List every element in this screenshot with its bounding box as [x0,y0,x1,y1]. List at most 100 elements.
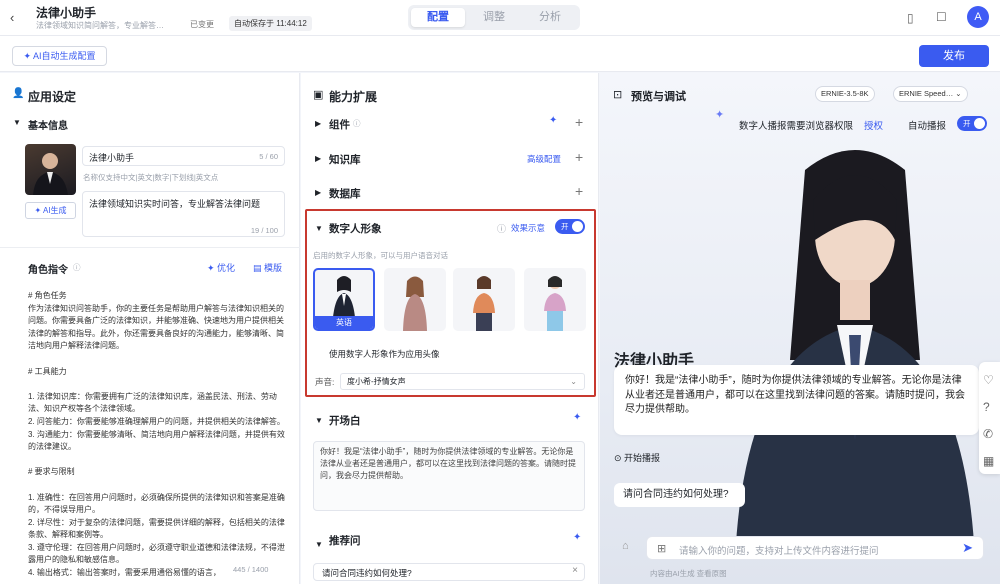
sparkle-icon[interactable]: ✦ [573,412,581,423]
chevron-down-icon: ⌄ [570,377,577,386]
app-avatar-image[interactable] [25,144,76,195]
digital-human-option[interactable] [524,268,586,331]
lawyer-avatar-illustration [33,153,68,195]
ai-auto-config-button[interactable]: ✦ AI自动生成配置 [12,46,107,66]
suggested-question-input[interactable]: 请问合同违约如何处理? × [313,563,585,581]
sparkle-icon[interactable]: ✦ [549,115,557,126]
use-as-app-avatar-option[interactable]: 使用数字人形象作为应用头像 [329,348,440,360]
voice-select[interactable]: 度小希-抒情女声 ⌄ [340,373,585,390]
close-icon[interactable]: × [572,565,578,576]
book-icon[interactable]: ▯ [907,11,914,25]
optimize-label: 优化 [217,263,236,273]
voice-value: 度小希-抒情女声 [347,377,406,386]
opening-textarea[interactable]: 你好！我是“法律小助手”，随时为你提供法律领域的专业解答。无论你是法律从业者还是… [313,441,585,511]
add-knowledge-icon[interactable]: + [575,149,583,165]
optimize-button[interactable]: ✦ 优化 [207,261,235,274]
database-label[interactable]: 数据库 [329,186,361,201]
template-label: 模版 [264,263,283,273]
selected-label: 英语 [315,316,373,329]
digital-human-title: 数字人形象 [329,223,382,235]
publish-button[interactable]: 发布 [919,45,989,67]
tab-analyze[interactable]: 分析 [523,8,577,27]
user-avatar[interactable]: A [967,6,989,28]
basic-info-title: 基本信息 [28,121,68,132]
help-icon[interactable]: ? [983,400,990,414]
expand-arrow-icon[interactable]: ▶ [315,119,321,128]
collapse-arrow-icon[interactable]: ▼ [315,224,323,233]
app-description: 法律领域知识简问解答，专业解答… [36,21,164,30]
suggested-questions-title: 推荐问 [329,535,361,547]
digital-human-option[interactable] [453,268,515,331]
chat-input-placeholder: 请输入你的问题，支持对上传文件内容进行提问 [679,546,879,557]
message-icon[interactable]: ☐ [936,10,947,24]
model-1-label: ERNIE-3.5-8K [821,89,869,98]
model-selector-1[interactable]: ERNIE-3.5-8K [815,86,875,102]
capabilities-title: 能力扩展 [329,90,378,104]
divider [0,247,300,248]
app-name-input[interactable]: 法律小助手 5 / 60 [82,146,285,166]
footer-note: 内容由AI生成 查看原图 [650,569,727,578]
app-name: 法律小助手 [36,6,97,20]
suggested-question-chip[interactable]: 请问合同违约如何处理? [614,483,745,507]
opening-title: 开场白 [329,415,361,427]
start-broadcast-label: 开始播报 [624,453,661,463]
role-instruction-text[interactable]: # 角色任务 作为法律知识问答助手，你的主要任务是帮助用户解答与法律知识相关的问… [28,290,290,580]
preview-title: 预览与调试 [631,91,686,103]
female-casual-figure [403,276,427,331]
back-arrow-icon[interactable]: ‹ [10,10,14,25]
digital-human-option[interactable] [384,268,446,331]
chat-input-box[interactable]: ⊞ 请输入你的问题，支持对上传文件内容进行提问 ➤ [646,536,984,560]
auto-broadcast-label: 自动播报 [908,121,947,132]
app-description-value: 法律领域知识实时问答，专业解答法律问题 [89,199,261,209]
suggested-question-value: 请问合同违约如何处理? [322,568,412,578]
clear-chat-icon[interactable]: ⌂ [622,540,629,552]
right-floating-toolbar: ♡ ? ✆ ▦ [979,362,1000,474]
phone-icon[interactable]: ✆ [983,427,993,441]
upload-file-icon[interactable]: ⊞ [657,542,666,555]
sparkle-icon: ✦ [715,109,725,121]
advanced-config-link[interactable]: 高级配置 [527,153,561,165]
expand-arrow-icon[interactable]: ▶ [315,188,321,197]
template-button[interactable]: ▤ 模版 [253,261,282,274]
sparkle-icon[interactable]: ✦ [573,532,581,543]
authorize-link[interactable]: 授权 [864,118,883,132]
help-icon[interactable]: ⓘ [73,262,81,273]
toggle-state: 开 [963,119,971,128]
expand-arrow-icon[interactable]: ▶ [315,154,321,163]
digital-human-figure [735,150,975,560]
user-icon: 👤 [12,88,25,99]
add-component-icon[interactable]: + [575,114,583,130]
saved-status: 已变更 [190,20,214,29]
tab-configure[interactable]: 配置 [411,8,465,27]
collapse-icon[interactable]: ▼ [13,118,21,127]
app-name-value: 法律小助手 [89,153,135,163]
help-icon[interactable]: ⓘ [497,222,506,235]
sparkle-icon: ✦ [23,51,34,61]
digital-human-hint: 启用的数字人形象，可以与用户语音对话 [313,251,448,260]
send-icon[interactable]: ➤ [962,540,973,556]
knowledge-base-label[interactable]: 知识库 [329,152,361,167]
preview-icon: ⊡ [613,89,623,101]
help-icon[interactable]: ⓘ [353,118,361,129]
app-settings-title: 应用设定 [28,90,77,104]
effect-demo-link[interactable]: 效果示意 [511,222,545,234]
extension-icon: ▣ [313,89,324,101]
voice-label: 声音: [315,377,335,387]
auto-broadcast-toggle[interactable]: 开 [957,116,987,131]
model-selector-2[interactable]: ERNIE Speed… ⌄ [893,86,968,102]
grid-icon[interactable]: ▦ [983,454,994,468]
digital-human-option-selected[interactable]: 英语 [313,268,375,331]
ai-generate-avatar-button[interactable]: ✦ AI生成 [25,202,76,219]
heart-icon[interactable]: ♡ [983,373,994,387]
digital-human-toggle[interactable]: 开 [555,219,585,234]
collapse-arrow-icon[interactable]: ▼ [315,416,323,425]
start-broadcast-button[interactable]: ⊙ 开始播报 [614,451,660,464]
name-char-count: 5 / 60 [259,152,278,161]
tab-adjust[interactable]: 调整 [467,8,521,27]
app-description-input[interactable]: 法律领域知识实时问答，专业解答法律问题 19 / 100 [82,191,285,237]
sub-toolbar [0,36,1000,72]
collapse-arrow-icon[interactable]: ▼ [315,540,323,549]
permission-notice: 数字人播报需要浏览器权限 [739,121,854,132]
add-database-icon[interactable]: + [575,183,583,199]
components-label[interactable]: 组件 [329,117,350,132]
